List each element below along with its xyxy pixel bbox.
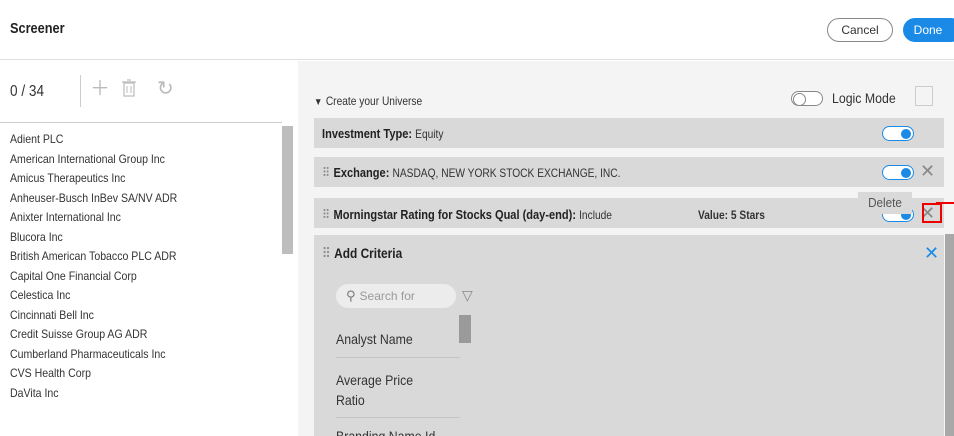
header-bar: Screener Cancel Done [0,0,954,60]
divider [336,357,460,358]
logic-mode-toggle[interactable] [791,91,823,106]
drag-handle-icon[interactable]: ⠿ [322,165,330,180]
delete-highlight [922,203,942,223]
list-item[interactable]: Celestica Inc [10,286,248,306]
search-icon: ⚲ [346,288,356,303]
row-value: NASDAQ, NEW YORK STOCK EXCHANGE, INC. [392,166,621,180]
row-label: ⠿ Exchange: NASDAQ, NEW YORK STOCK EXCHAN… [322,165,621,181]
logic-mode-label: Logic Mode [832,90,896,106]
add-criteria-title: ⠿ Add Criteria [322,245,402,262]
list-item[interactable]: DaVita Inc [10,384,248,404]
row-value: Equity [415,127,444,141]
criteria-option[interactable]: Branding Name Id [336,428,443,436]
scrollbar[interactable] [459,315,471,343]
row-name: Investment Type: [322,126,413,141]
list-item[interactable]: Amicus Therapeutics Inc [10,169,248,189]
row-name: Exchange: [333,165,390,180]
list-item[interactable]: Anheuser-Busch InBev SA/NV ADR [10,189,248,209]
drag-handle-icon[interactable]: ⠿ [322,245,331,261]
caret-down-icon: ▼ [314,97,323,108]
search-placeholder: Search for [359,289,415,303]
row-value: Include [579,208,612,222]
divider [80,75,81,107]
trash-icon[interactable] [122,79,136,103]
criteria-panel: ▼ Create your Universe Logic Mode Investm… [298,61,954,436]
criteria-option[interactable]: Analyst Name [336,331,443,347]
cancel-button[interactable]: Cancel [827,18,893,42]
scrollbar[interactable] [945,234,954,436]
delete-tooltip: Delete [858,192,912,214]
add-criteria-panel: ⠿ Add Criteria ✕ ⚲ Search for ▽ Analyst Na… [314,235,944,436]
criteria-option[interactable]: Average Price Ratio [336,370,443,410]
list-item[interactable]: American International Group Inc [10,150,248,170]
row-name: Morningstar Rating for Stocks Qual (day-… [333,207,577,222]
divider [336,417,460,418]
add-icon[interactable]: ＋ [90,79,110,99]
row-toggle[interactable] [882,165,914,180]
rating-value: Value: 5 Stars [698,208,765,222]
add-criteria-label: Add Criteria [334,245,403,261]
criteria-row-exchange: ⠿ Exchange: NASDAQ, NEW YORK STOCK EXCHAN… [314,157,944,187]
row-label: ⠿ Morningstar Rating for Stocks Qual (day… [322,207,612,223]
list-item[interactable]: Credit Suisse Group AG ADR [10,325,248,345]
company-panel: 0 / 34 ＋ ↻ Adient PLC American Internati… [0,61,298,436]
universe-toggle[interactable]: ▼ Create your Universe [314,94,422,108]
filter-icon[interactable]: ▽ [462,287,473,304]
row-label: Investment Type: Equity [322,126,443,141]
list-item[interactable]: CVS Health Corp [10,364,248,384]
divider [0,122,282,123]
universe-label: Create your Universe [325,94,423,108]
list-item[interactable]: Capital One Financial Corp [10,267,248,287]
search-input[interactable]: ⚲ Search for [336,284,456,308]
drag-handle-icon[interactable]: ⠿ [322,207,330,222]
list-item[interactable]: Adient PLC [10,130,248,150]
refresh-icon[interactable]: ↻ [157,79,174,99]
selection-count: 0 / 34 [10,83,45,100]
list-item[interactable]: Anixter International Inc [10,208,248,228]
page-title: Screener [10,20,65,37]
scrollbar[interactable] [282,126,293,254]
close-icon[interactable]: ✕ [924,243,939,264]
company-list: Adient PLC American International Group … [10,130,280,403]
done-button[interactable]: Done [903,18,954,42]
highlight-line [936,202,954,204]
list-item[interactable]: Cincinnati Bell Inc [10,306,248,326]
close-icon[interactable]: ✕ [920,161,935,181]
list-item[interactable]: Cumberland Pharmaceuticals Inc [10,345,248,365]
list-item[interactable]: Blucora Inc [10,228,248,248]
criteria-row-investment-type: Investment Type: Equity [314,118,944,148]
list-item[interactable]: British American Tobacco PLC ADR [10,247,248,267]
export-icon[interactable] [915,86,933,106]
row-toggle[interactable] [882,126,914,141]
criteria-row-morningstar: ⠿ Morningstar Rating for Stocks Qual (day… [314,198,944,228]
